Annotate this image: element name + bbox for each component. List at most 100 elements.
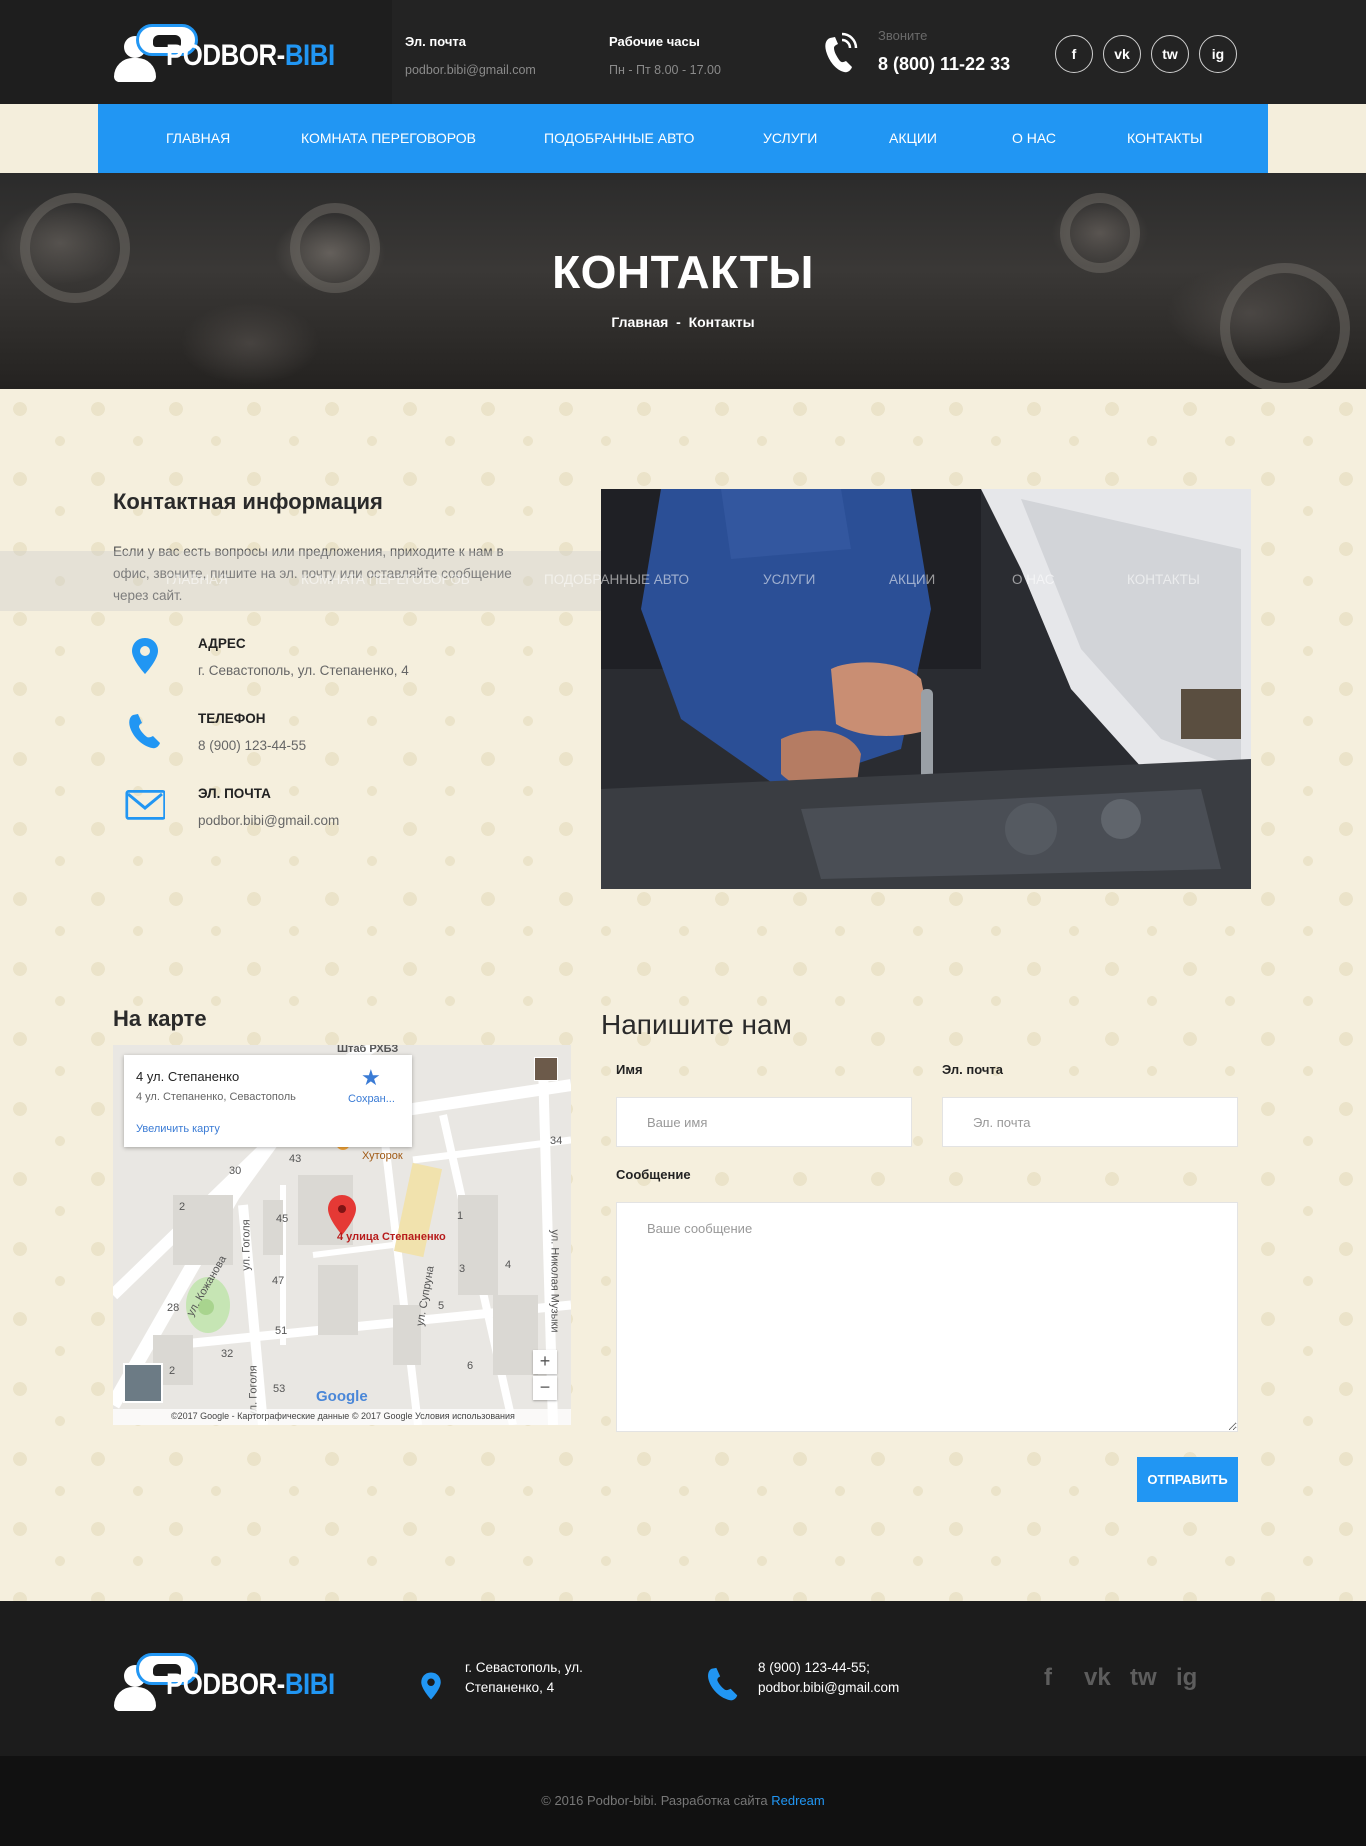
nav-item-meeting-room[interactable]: КОМНАТА ПЕРЕГОВОРОВ [301,130,476,146]
brand-logo[interactable]: PODBOR-BIBI [112,24,362,84]
contact-email-value[interactable]: podbor.bibi@gmail.com [198,813,339,828]
map-num-45: 45 [276,1213,289,1225]
map-num-32: 32 [221,1348,234,1360]
map-label-street-gogolya: ул. Гоголя [240,1219,253,1271]
vk-icon[interactable]: vk [1103,35,1141,73]
map-label-place: Хуторок [362,1150,403,1162]
contact-email-label: ЭЛ. ПОЧТА [198,786,271,801]
nav-item-selected-cars[interactable]: ПОДОБРАННЫЕ АВТО [544,130,694,146]
contact-info-title: Контактная информация [113,489,383,514]
mechanic-photo [601,489,1251,889]
header-socials: f vk tw ig [1055,35,1237,73]
footer-map-pin-icon [421,1672,441,1700]
email-label: Эл. почта [942,1062,1004,1077]
map-card-address: 4 ул. Степаненко, Севастополь [136,1091,296,1103]
ghost-nav-contacts: КОНТАКТЫ [1127,572,1200,587]
footer-phone-icon [708,1667,738,1701]
breadcrumb-separator: - [676,314,681,330]
map-zoom-in-button[interactable]: + [533,1350,557,1374]
map-num-1: 1 [457,1210,464,1222]
map-enlarge-link[interactable]: Увеличить карту [136,1123,220,1135]
map-num-30: 30 [229,1165,242,1177]
send-button[interactable]: ОТПРАВИТЬ [1137,1457,1238,1502]
logo-person-icon [112,24,198,84]
map-num-6: 6 [467,1360,474,1372]
map-user-avatar[interactable] [534,1057,558,1081]
twitter-icon[interactable]: tw [1151,35,1189,73]
ghost-nav-about: О НАС [1012,572,1055,587]
message-textarea[interactable] [616,1202,1238,1432]
facebook-icon[interactable]: f [1055,35,1093,73]
email-input[interactable] [942,1097,1238,1147]
google-map[interactable]: Штаб РХБЗ Хуторок ул. Кожанова ул. Гогол… [113,1045,571,1425]
header-email-title: Эл. почта [405,34,467,49]
breadcrumb-home[interactable]: Главная [611,314,668,330]
call-number[interactable]: 8 (800) 11-22 33 [878,54,1010,75]
footer-phone[interactable]: 8 (900) 123-44-55; [758,1658,899,1678]
phone-ringing-icon [825,32,858,73]
ghost-nav-promotions: АКЦИИ [889,572,936,587]
copyright-text: © 2016 Podbor-bibi. Разработка сайта Red… [0,1793,1366,1808]
map-card-name: 4 ул. Степаненко [136,1069,240,1084]
main-nav: ГЛАВНАЯ КОМНАТА ПЕРЕГОВОРОВ ПОДОБРАННЫЕ … [98,104,1268,173]
copyright-label: © 2016 Podbor-bibi. Разработка сайта [541,1793,772,1808]
form-title: Напишите нам [601,1009,792,1040]
map-num-2b: 2 [169,1365,176,1377]
nav-item-home[interactable]: ГЛАВНАЯ [166,130,230,146]
contact-address-label: АДРЕС [198,636,246,651]
footer-address: г. Севастополь, ул. Степаненко, 4 [465,1660,583,1695]
page-title: КОНТАКТЫ [552,246,814,298]
map-attribution: ©2017 Google - Картографические данные ©… [113,1409,571,1425]
header-email-value[interactable]: podbor.bibi@gmail.com [405,63,536,77]
ghost-nav-meeting-room: КОМНАТА ПЕРЕГОВОРОВ [301,572,470,587]
nav-item-promotions[interactable]: АКЦИИ [889,130,937,146]
footer-email[interactable]: podbor.bibi@gmail.com [758,1678,899,1698]
footer-contacts: 8 (900) 123-44-55; podbor.bibi@gmail.com [758,1658,899,1698]
footer-instagram-icon[interactable]: ig [1176,1664,1197,1692]
map-pin-icon [132,638,158,674]
page-hero: КОНТАКТЫ Главная - Контакты [0,173,1366,389]
map-num-34: 34 [550,1135,563,1147]
map-num-4: 4 [505,1259,512,1271]
message-label: Сообщение [616,1167,691,1182]
map-num-53: 53 [273,1383,286,1395]
contact-address-value: г. Севастополь, ул. Степаненко, 4 [198,663,409,678]
map-info-card: 4 ул. Степаненко 4 ул. Степаненко, Севас… [124,1055,412,1147]
name-label: Имя [616,1062,643,1077]
contact-phone-value[interactable]: 8 (900) 123-44-55 [198,738,306,753]
footer-logo-person-icon [112,1653,198,1713]
nav-item-services[interactable]: УСЛУГИ [763,130,817,146]
call-label: Звоните [878,28,928,43]
phone-icon [129,714,160,749]
map-num-28: 28 [167,1302,180,1314]
header-hours-value: Пн - Пт 8.00 - 17.00 [609,63,721,77]
name-input[interactable] [616,1097,912,1147]
header-hours-title: Рабочие часы [609,34,700,49]
map-num-43: 43 [289,1153,302,1165]
map-title: На карте [113,1006,207,1031]
contact-phone-label: ТЕЛЕФОН [198,711,266,726]
street-view-thumbnail[interactable] [123,1363,163,1403]
nav-item-contacts[interactable]: КОНТАКТЫ [1127,130,1203,146]
footer-facebook-icon[interactable]: f [1044,1664,1052,1692]
footer-logo-wordmark: PODBOR-BIBI [166,1668,335,1701]
map-num-47: 47 [272,1275,285,1287]
header-hours: Рабочие часы Пн - Пт 8.00 - 17.00 [609,34,721,77]
map-num-5: 5 [438,1300,445,1312]
map-label-top: Штаб РХБЗ [337,1045,399,1055]
header-email: Эл. почта podbor.bibi@gmail.com [405,34,536,77]
star-icon[interactable]: ★ [361,1065,381,1091]
nav-item-about[interactable]: О НАС [1012,130,1056,146]
google-logo: Google [316,1388,368,1405]
breadcrumb-current: Контакты [688,314,755,330]
developer-link[interactable]: Redream [771,1793,824,1808]
map-save-link[interactable]: Сохран... [348,1093,395,1105]
footer-vk-icon[interactable]: vk [1084,1664,1111,1692]
map-num-3: 3 [459,1263,466,1275]
map-label-street-muzyki: ул. Николая Музыки [548,1229,561,1333]
map-zoom-out-button[interactable]: − [533,1376,557,1400]
footer-twitter-icon[interactable]: tw [1130,1664,1157,1692]
map-num-2a: 2 [179,1201,186,1213]
instagram-icon[interactable]: ig [1199,35,1237,73]
footer-brand-logo[interactable]: PODBOR-BIBI [112,1653,362,1713]
